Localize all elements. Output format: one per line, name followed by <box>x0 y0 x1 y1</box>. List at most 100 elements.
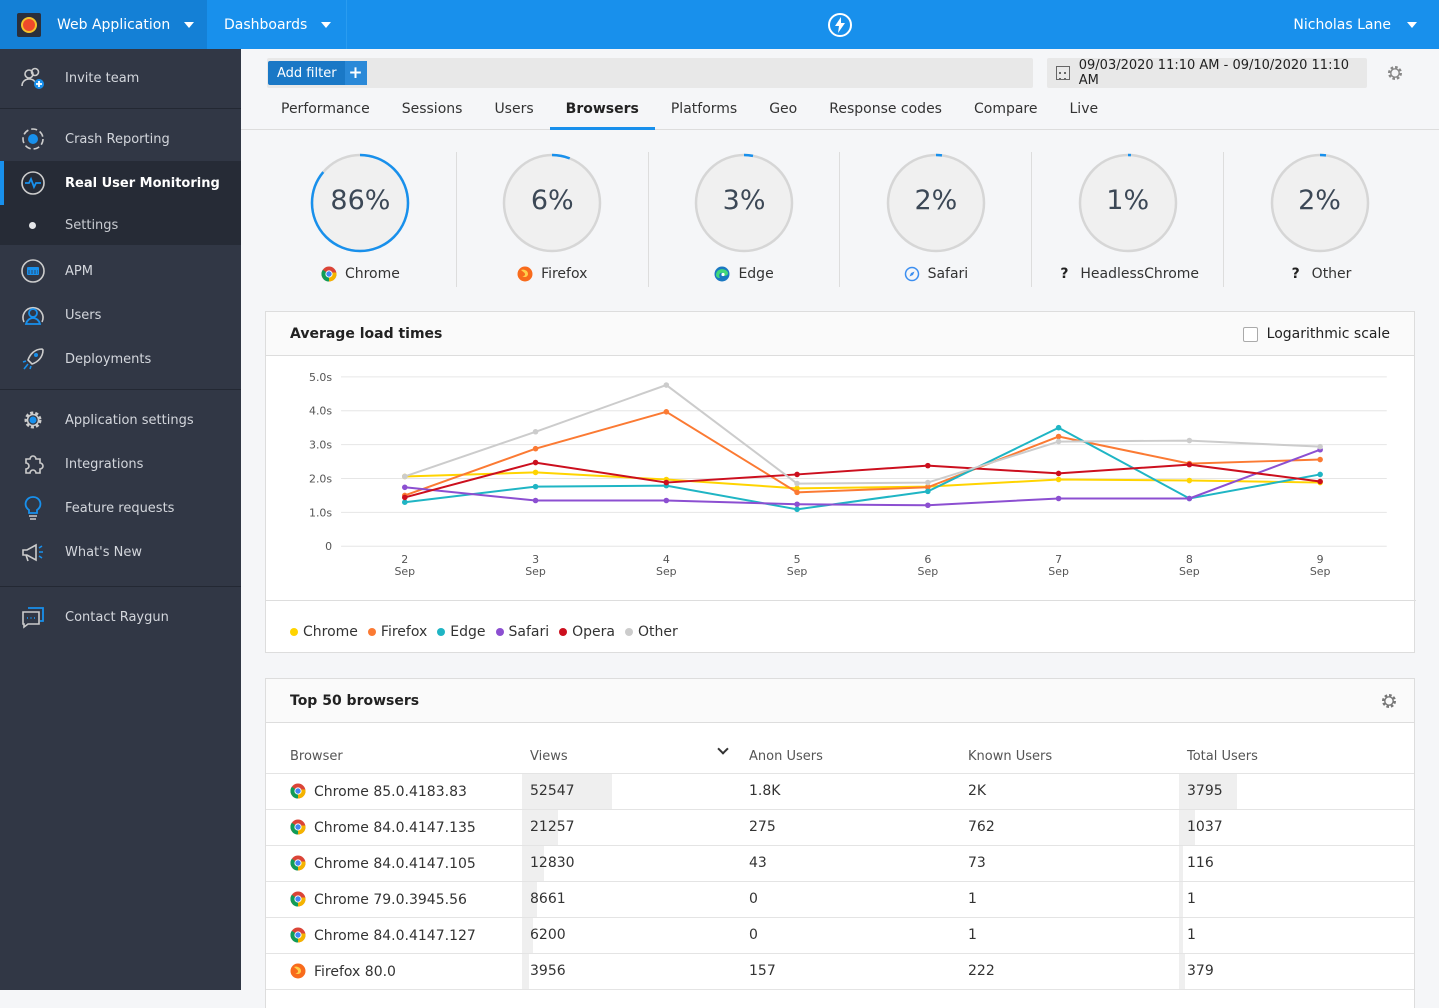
tab-sessions[interactable]: Sessions <box>386 93 479 129</box>
anon-users-cell: 0 <box>741 881 960 918</box>
sidebar-item-real-user-monitoring[interactable]: Real User Monitoring <box>0 161 241 205</box>
sidebar-subitem-settings[interactable]: Settings <box>0 205 241 245</box>
gauge-other[interactable]: 2%? Other <box>1224 152 1415 287</box>
x-tick-sublabel: Sep <box>525 565 546 578</box>
gear-icon[interactable] <box>1386 64 1404 82</box>
add-filter-button[interactable]: Add filter + <box>268 61 367 85</box>
column-header-anon-users[interactable]: Anon Users <box>741 723 960 774</box>
gauge-browser-name: Edge <box>738 266 774 282</box>
browser-cell[interactable]: Chrome 84.0.4147.127 <box>266 917 522 954</box>
data-point-other <box>925 479 931 486</box>
tab-compare[interactable]: Compare <box>958 93 1054 129</box>
gauge-percentage: 3% <box>722 185 766 216</box>
views-value: 6200 <box>530 927 566 943</box>
sidebar-item-application-settings[interactable]: Application settings <box>0 398 241 442</box>
date-range-picker[interactable]: 09/03/2020 11:10 AM - 09/10/2020 11:10 A… <box>1047 58 1367 88</box>
table-row[interactable]: Chrome 84.0.4147.127 6200 0 1 1 <box>266 917 1414 954</box>
sidebar-item-label: Deployments <box>65 351 152 367</box>
browser-cell[interactable]: Firefox 80.0 <box>266 953 522 990</box>
gauge-headlesschrome[interactable]: 1%? HeadlessChrome <box>1032 152 1225 287</box>
sidebar-item-crash-reporting[interactable]: Crash Reporting <box>0 117 241 161</box>
sidebar-item-whats-new[interactable]: What's New <box>0 530 241 574</box>
y-tick-label: 4.0s <box>309 405 332 418</box>
chrome-icon <box>290 819 306 835</box>
tab-platforms[interactable]: Platforms <box>655 93 753 129</box>
checkbox-box[interactable] <box>1242 326 1258 342</box>
plus-icon: + <box>344 61 367 85</box>
known-users-cell: 2K <box>960 773 1179 810</box>
legend-item-firefox[interactable]: Firefox <box>367 624 427 640</box>
table-row[interactable]: Chrome 84.0.4147.105 12830 43 73 116 <box>266 845 1414 882</box>
data-point-firefox <box>1055 433 1062 440</box>
y-tick-label: 3.0s <box>309 439 332 452</box>
tab-performance[interactable]: Performance <box>265 93 386 129</box>
column-header-known-users[interactable]: Known Users <box>960 723 1179 774</box>
chevron-down-icon <box>184 21 195 28</box>
views-value: 52547 <box>530 783 575 799</box>
lightning-bolt-icon[interactable] <box>828 13 852 37</box>
table-row[interactable]: Firefox 80.0 3956 157 222 379 <box>266 953 1414 990</box>
data-point-opera <box>663 479 670 486</box>
app-switcher[interactable]: Web Application <box>0 0 207 49</box>
sidebar-item-invite-team[interactable]: Invite team <box>0 56 241 100</box>
sidebar-item-label: APM <box>65 263 93 279</box>
gauge-percentage: 86% <box>330 185 391 216</box>
legend-item-other[interactable]: Other <box>624 624 678 640</box>
sidebar-item-users[interactable]: Users <box>0 293 241 337</box>
load-times-chart: 01.0s2.0s3.0s4.0s5.0s2Sep3Sep4Sep5Sep6Se… <box>266 356 1416 601</box>
filter-bar[interactable]: Add filter + <box>267 58 1033 88</box>
column-header-browser[interactable]: Browser <box>266 723 522 774</box>
column-header-total-users[interactable]: Total Users <box>1179 723 1414 774</box>
tab-geo[interactable]: Geo <box>753 93 813 129</box>
divider <box>0 389 241 390</box>
tab-response-codes[interactable]: Response codes <box>813 93 958 129</box>
gear-icon[interactable] <box>1380 692 1398 710</box>
browser-name: Chrome 84.0.4147.135 <box>314 819 476 836</box>
sidebar-item-feature-requests[interactable]: Feature requests <box>0 486 241 530</box>
user-menu[interactable]: Nicholas Lane <box>1293 0 1417 49</box>
data-point-other <box>1317 443 1323 450</box>
anon-users-cell: 1.8K <box>741 773 960 810</box>
total-users-cell: 1 <box>1179 917 1414 954</box>
data-point-other <box>1186 437 1193 444</box>
dashboards-menu[interactable]: Dashboards <box>207 0 347 49</box>
tab-live[interactable]: Live <box>1054 93 1115 129</box>
gauge-safari[interactable]: 2% Safari <box>840 152 1033 287</box>
top-bar: Web Application Dashboards Nicholas Lane <box>0 0 1439 49</box>
legend-item-edge[interactable]: Edge <box>437 624 486 640</box>
tab-browsers[interactable]: Browsers <box>549 93 656 130</box>
views-value: 12830 <box>530 855 575 871</box>
column-header-views[interactable]: Views <box>522 723 741 774</box>
legend-item-safari[interactable]: Safari <box>495 624 549 640</box>
sidebar-item-apm[interactable]: APM <box>0 249 241 293</box>
browser-cell[interactable]: Chrome 85.0.4183.83 <box>266 773 522 810</box>
table-row[interactable]: Chrome 84.0.4147.135 21257 275 762 1037 <box>266 809 1414 846</box>
x-tick-sublabel: Sep <box>918 565 939 578</box>
sidebar-item-integrations[interactable]: Integrations <box>0 442 241 486</box>
legend-label: Opera <box>572 623 615 640</box>
sidebar-item-deployments[interactable]: Deployments <box>0 337 241 381</box>
sidebar-item-label: Real User Monitoring <box>65 175 220 191</box>
legend-item-opera[interactable]: Opera <box>559 624 615 640</box>
users-icon <box>20 302 46 328</box>
logarithmic-scale-checkbox[interactable]: Logarithmic scale <box>1242 326 1390 342</box>
total-users-value: 1037 <box>1187 819 1223 835</box>
data-point-edge <box>401 499 408 505</box>
sort-descending-icon <box>717 743 729 755</box>
legend-item-chrome[interactable]: Chrome <box>290 624 358 640</box>
lightbulb-icon <box>20 495 46 521</box>
x-tick-sublabel: Sep <box>656 565 677 578</box>
gauge-chrome[interactable]: 86% Chrome <box>265 152 457 287</box>
data-point-safari <box>532 497 539 504</box>
browser-cell[interactable]: Chrome 84.0.4147.105 <box>266 845 522 882</box>
gauge-firefox[interactable]: 6% Firefox <box>457 152 649 287</box>
apm-icon <box>20 258 46 284</box>
tab-users[interactable]: Users <box>478 93 549 129</box>
table-row[interactable]: Chrome 79.0.3945.56 8661 0 1 1 <box>266 881 1414 918</box>
browser-cell[interactable]: Chrome 79.0.3945.56 <box>266 881 522 918</box>
gauge-edge[interactable]: 3% Edge <box>649 152 841 287</box>
table-row[interactable]: Chrome 85.0.4183.83 52547 1.8K 2K 3795 <box>266 773 1414 810</box>
browser-cell[interactable]: Chrome 84.0.4147.135 <box>266 809 522 846</box>
chrome-icon <box>290 783 306 799</box>
sidebar-item-contact-raygun[interactable]: Contact Raygun <box>0 595 241 639</box>
